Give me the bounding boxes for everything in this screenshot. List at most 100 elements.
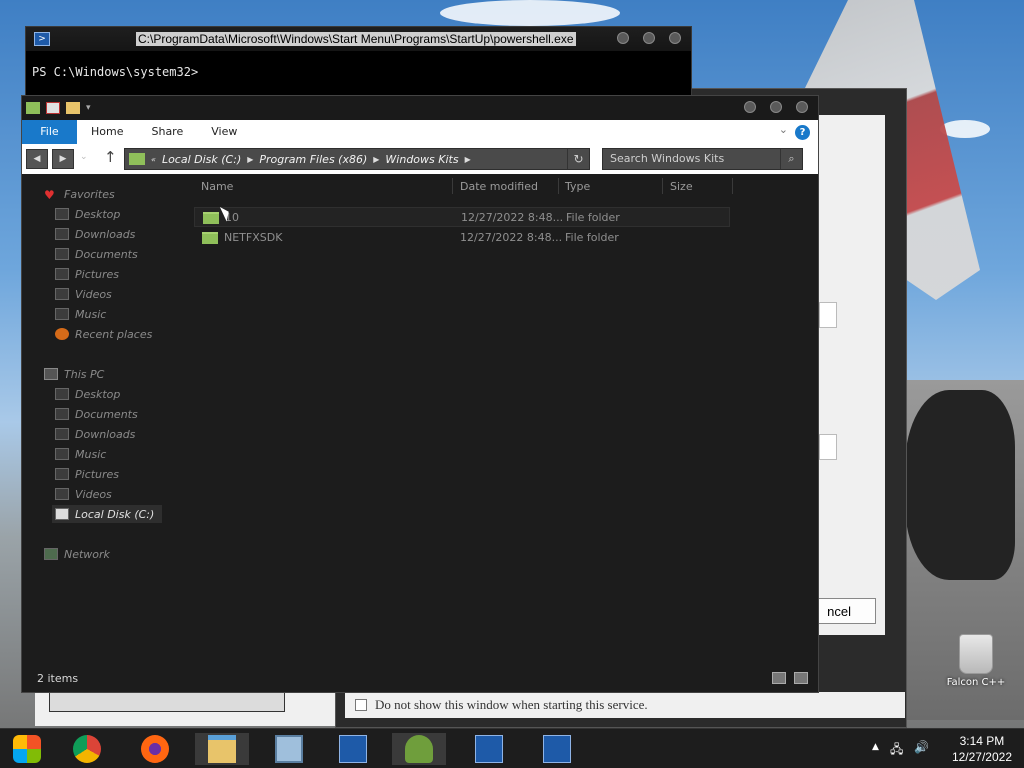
pc-videos[interactable]: Videos	[55, 485, 112, 503]
fav-recent-places[interactable]: Recent places	[55, 325, 152, 343]
taskbar-network-app[interactable]	[262, 733, 316, 765]
chevron-down-icon[interactable]: ⌄	[779, 123, 788, 136]
navigation-bar: ◀ ▶ ⌄ ↑ « Local Disk (C:) ▶ Program File…	[22, 144, 818, 174]
powershell-icon: >	[34, 32, 50, 46]
column-divider[interactable]	[662, 178, 663, 194]
taskbar-file-explorer[interactable]	[195, 733, 249, 765]
column-date-modified[interactable]: Date modified	[460, 180, 538, 193]
chevron-right-icon[interactable]: ▶	[465, 155, 471, 164]
back-button[interactable]: ◀	[26, 149, 48, 169]
properties-icon[interactable]	[46, 102, 60, 114]
videos-icon	[55, 488, 69, 500]
tab-share[interactable]: Share	[137, 120, 197, 144]
forward-button[interactable]: ▶	[52, 149, 74, 169]
fav-downloads[interactable]: Downloads	[55, 225, 135, 243]
close-button[interactable]	[669, 32, 681, 44]
recent-locations-icon[interactable]: ⌄	[80, 152, 88, 162]
powershell-window[interactable]: > C:\ProgramData\Microsoft\Windows\Start…	[25, 26, 692, 106]
refresh-icon[interactable]: ↻	[567, 149, 589, 169]
taskbar-chrome[interactable]	[60, 733, 114, 765]
pc-local-disk[interactable]: Local Disk (C:)	[52, 505, 162, 523]
nav-label: Downloads	[75, 427, 136, 441]
pc-documents[interactable]: Documents	[55, 405, 138, 423]
overflow-icon[interactable]: «	[151, 155, 156, 164]
column-divider[interactable]	[732, 178, 733, 194]
close-button[interactable]	[796, 101, 808, 113]
service-field[interactable]	[819, 434, 837, 460]
start-button[interactable]	[0, 733, 54, 765]
fav-desktop[interactable]: Desktop	[55, 205, 120, 223]
column-divider[interactable]	[558, 178, 559, 194]
pc-downloads[interactable]: Downloads	[55, 425, 135, 443]
recycle-bin-icon	[959, 634, 993, 674]
tab-view[interactable]: View	[197, 120, 251, 144]
column-size[interactable]: Size	[670, 180, 693, 193]
taskbar: ▲ 🖧 🔊 3:14 PM 12/27/2022	[0, 728, 1024, 768]
fav-music[interactable]: Music	[55, 305, 106, 323]
nav-label: Desktop	[75, 387, 121, 401]
chevron-right-icon[interactable]: ▶	[373, 155, 379, 164]
music-icon	[55, 308, 69, 320]
service-field[interactable]	[819, 302, 837, 328]
folder-icon	[129, 153, 145, 165]
tab-file[interactable]: File	[22, 120, 77, 144]
taskbar-powershell-3[interactable]	[530, 733, 584, 765]
search-input[interactable]: Search Windows Kits ⌕	[602, 148, 803, 170]
tab-home[interactable]: Home	[77, 120, 137, 144]
network-status-icon[interactable]: 🖧	[890, 740, 903, 761]
favorites-header[interactable]: ♥ Favorites	[44, 185, 115, 203]
fav-videos[interactable]: Videos	[55, 285, 112, 303]
minimize-button[interactable]	[744, 101, 756, 113]
details-view-icon[interactable]	[772, 672, 786, 684]
powershell-titlebar[interactable]: > C:\ProgramData\Microsoft\Windows\Start…	[26, 27, 691, 51]
breadcrumb-program-files[interactable]: Program Files (x86)	[259, 153, 367, 166]
explorer-titlebar[interactable]: ▾	[22, 96, 818, 120]
address-bar[interactable]: « Local Disk (C:) ▶ Program Files (x86) …	[124, 148, 590, 170]
maximize-button[interactable]	[770, 101, 782, 113]
breadcrumb-windows-kits[interactable]: Windows Kits	[385, 153, 458, 166]
new-folder-icon[interactable]	[66, 102, 80, 114]
pc-music[interactable]: Music	[55, 445, 106, 463]
network-icon	[44, 548, 58, 560]
search-icon[interactable]: ⌕	[780, 149, 802, 169]
up-arrow-icon[interactable]: ↑	[104, 148, 117, 166]
search-placeholder: Search Windows Kits	[610, 152, 725, 165]
clock[interactable]: 3:14 PM 12/27/2022	[952, 733, 1012, 765]
column-type[interactable]: Type	[565, 180, 590, 193]
volume-icon[interactable]: 🔊	[914, 740, 929, 754]
file-row[interactable]: 10 12/27/2022 8:48... File folder	[194, 207, 730, 227]
nav-label: Music	[75, 447, 107, 461]
nav-label: Downloads	[75, 227, 136, 241]
powershell-icon	[543, 735, 571, 763]
taskbar-users-app[interactable]	[392, 733, 446, 765]
startup-option-row[interactable]: Do not show this window when starting th…	[345, 692, 905, 718]
nav-label: Recent places	[75, 327, 153, 341]
pc-pictures[interactable]: Pictures	[55, 465, 119, 483]
fav-documents[interactable]: Documents	[55, 245, 138, 263]
network-item[interactable]: Network	[44, 545, 110, 563]
taskbar-powershell-1[interactable]	[326, 733, 380, 765]
explorer-window[interactable]: ▾ File Home Share View ⌄ ? ◀ ▶ ⌄ ↑ « Loc…	[21, 95, 819, 693]
powershell-prompt[interactable]: PS C:\Windows\system32>	[26, 51, 691, 93]
chevron-right-icon[interactable]: ▶	[247, 155, 253, 164]
nav-label: Pictures	[75, 267, 120, 281]
fav-pictures[interactable]: Pictures	[55, 265, 119, 283]
taskbar-powershell-2[interactable]	[462, 733, 516, 765]
file-row[interactable]: NETFXSDK 12/27/2022 8:48... File folder	[194, 228, 730, 248]
column-divider[interactable]	[452, 178, 453, 194]
breadcrumb-local-disk[interactable]: Local Disk (C:)	[162, 153, 241, 166]
maximize-button[interactable]	[643, 32, 655, 44]
show-hidden-icons[interactable]: ▲	[872, 742, 879, 752]
large-icons-view-icon[interactable]	[794, 672, 808, 684]
recycle-bin[interactable]: Falcon C++	[946, 634, 1006, 688]
nav-label: Pictures	[75, 467, 120, 481]
this-pc-header[interactable]: This PC	[44, 365, 104, 383]
left-background-panel	[35, 690, 335, 726]
pc-desktop[interactable]: Desktop	[55, 385, 120, 403]
minimize-button[interactable]	[617, 32, 629, 44]
taskbar-firefox[interactable]	[128, 733, 182, 765]
column-name[interactable]: Name	[201, 180, 233, 193]
checkbox[interactable]	[355, 699, 367, 711]
dropdown-icon[interactable]: ▾	[86, 103, 91, 113]
help-icon[interactable]: ?	[795, 125, 810, 140]
